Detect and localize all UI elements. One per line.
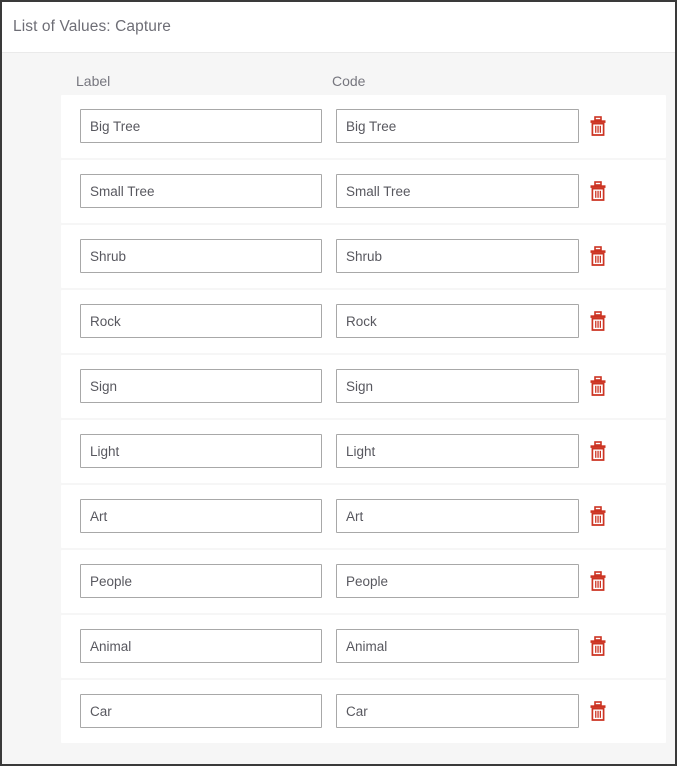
delete-row-button[interactable] bbox=[588, 701, 608, 722]
code-input[interactable] bbox=[336, 499, 579, 533]
code-input[interactable] bbox=[336, 239, 579, 273]
table-row-inner bbox=[61, 355, 666, 418]
trash-icon bbox=[590, 116, 606, 136]
delete-row-button[interactable] bbox=[588, 311, 608, 332]
label-input[interactable] bbox=[80, 564, 322, 598]
list-of-values-page: List of Values: Capture Label Code bbox=[0, 0, 677, 766]
code-input[interactable] bbox=[336, 369, 579, 403]
page-header: List of Values: Capture bbox=[2, 2, 675, 53]
trash-icon bbox=[590, 181, 606, 201]
delete-row-button[interactable] bbox=[588, 376, 608, 397]
table-row bbox=[61, 290, 666, 353]
table-row bbox=[61, 680, 666, 743]
column-header-row: Label Code bbox=[2, 53, 675, 95]
label-input[interactable] bbox=[80, 629, 322, 663]
trash-icon bbox=[590, 571, 606, 591]
code-input[interactable] bbox=[336, 564, 579, 598]
trash-icon bbox=[590, 376, 606, 396]
table-row-inner bbox=[61, 680, 666, 743]
values-list bbox=[61, 95, 666, 743]
code-input[interactable] bbox=[336, 434, 579, 468]
delete-row-button[interactable] bbox=[588, 571, 608, 592]
trash-icon bbox=[590, 311, 606, 331]
delete-row-button[interactable] bbox=[588, 246, 608, 267]
delete-row-button[interactable] bbox=[588, 506, 608, 527]
table-row bbox=[61, 550, 666, 613]
table-row-inner bbox=[61, 485, 666, 548]
table-row bbox=[61, 485, 666, 548]
label-input[interactable] bbox=[80, 304, 322, 338]
code-input[interactable] bbox=[336, 629, 579, 663]
trash-icon bbox=[590, 246, 606, 266]
table-row-inner bbox=[61, 550, 666, 613]
label-input[interactable] bbox=[80, 369, 322, 403]
trash-icon bbox=[590, 701, 606, 721]
column-header-label: Label bbox=[76, 73, 111, 89]
column-header-code: Code bbox=[332, 73, 366, 89]
trash-icon bbox=[590, 441, 606, 461]
code-input[interactable] bbox=[336, 109, 579, 143]
table-row bbox=[61, 420, 666, 483]
table-row-inner bbox=[61, 420, 666, 483]
code-input[interactable] bbox=[336, 174, 579, 208]
table-row-inner bbox=[61, 290, 666, 353]
label-input[interactable] bbox=[80, 239, 322, 273]
label-input[interactable] bbox=[80, 174, 322, 208]
delete-row-button[interactable] bbox=[588, 636, 608, 657]
code-input[interactable] bbox=[336, 694, 579, 728]
trash-icon bbox=[590, 506, 606, 526]
label-input[interactable] bbox=[80, 434, 322, 468]
label-input[interactable] bbox=[80, 694, 322, 728]
delete-row-button[interactable] bbox=[588, 181, 608, 202]
table-row-inner bbox=[61, 225, 666, 288]
page-body: Label Code bbox=[2, 53, 675, 764]
label-input[interactable] bbox=[80, 109, 322, 143]
table-row-inner bbox=[61, 160, 666, 223]
table-row bbox=[61, 615, 666, 678]
table-row bbox=[61, 160, 666, 223]
label-input[interactable] bbox=[80, 499, 322, 533]
trash-icon bbox=[590, 636, 606, 656]
page-title: List of Values: Capture bbox=[13, 18, 171, 35]
table-row-inner bbox=[61, 615, 666, 678]
table-row bbox=[61, 95, 666, 158]
code-input[interactable] bbox=[336, 304, 579, 338]
delete-row-button[interactable] bbox=[588, 441, 608, 462]
table-row bbox=[61, 225, 666, 288]
table-row-inner bbox=[61, 95, 666, 158]
delete-row-button[interactable] bbox=[588, 116, 608, 137]
table-row bbox=[61, 355, 666, 418]
